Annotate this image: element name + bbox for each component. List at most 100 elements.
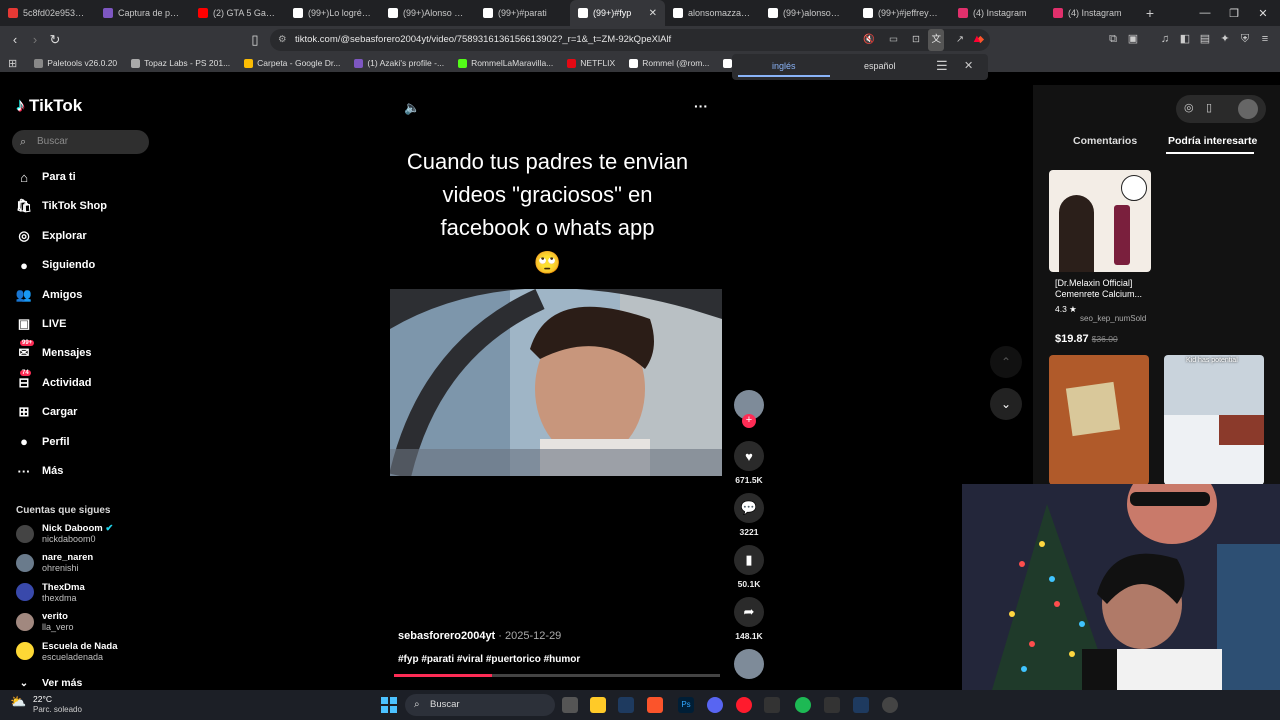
brave-browser-icon[interactable] [647, 697, 663, 713]
followed-account[interactable]: verito lla_vero [16, 611, 74, 632]
weather-icon[interactable]: ⛅ [10, 694, 30, 714]
spotify-icon[interactable] [795, 697, 811, 713]
tab-close-icon[interactable]: ✕ [649, 8, 657, 19]
tab-recommended[interactable]: Podría interesarte [1168, 135, 1257, 147]
media-icon[interactable]: ♫ [1158, 32, 1172, 46]
close-window-button[interactable]: ✕ [1248, 0, 1278, 26]
see-more-button[interactable]: ⌄ Ver más [16, 675, 83, 691]
windows-start-icon[interactable] [381, 697, 397, 713]
bookmark-item[interactable]: Topaz Labs - PS 201... [124, 58, 237, 68]
bookmark-item[interactable]: Carpeta - Google Dr... [237, 58, 347, 68]
translate-icon[interactable]: 文 [928, 29, 944, 51]
like-button[interactable]: ♥ 671.5K [734, 441, 764, 485]
browser-tab[interactable]: 5c8fd02e953d-gc [0, 0, 95, 26]
user-avatar[interactable] [1238, 99, 1258, 119]
previous-video-button[interactable]: ⌃ [990, 346, 1022, 378]
task-view-icon[interactable] [562, 697, 578, 713]
bookmark-item[interactable]: NETFLIX [560, 58, 622, 68]
bookmark-item[interactable]: Paletools v26.0.20 [27, 58, 124, 68]
sidebar-item[interactable]: 🛍 TikTok Shop [16, 198, 107, 214]
search-input[interactable]: ⌕ Buscar [12, 130, 149, 154]
more-options-icon[interactable]: ··· [694, 98, 708, 114]
browser-tab[interactable]: (99+)alonsomazz [760, 0, 855, 26]
sidebar-item[interactable]: ● Perfil [16, 434, 69, 450]
next-video-button[interactable]: ⌄ [990, 388, 1022, 420]
steam-icon[interactable] [618, 697, 634, 713]
brave-rewards-icon[interactable]: ▲ [970, 32, 984, 46]
new-tab-button[interactable]: + [1140, 5, 1160, 21]
leo-ai-icon[interactable]: ✦ [1218, 32, 1232, 46]
misc-app-icon[interactable] [882, 697, 898, 713]
sidebar-item[interactable]: ⊞ Cargar [16, 404, 78, 420]
maximize-button[interactable]: ❐ [1219, 0, 1249, 26]
video-frame[interactable] [390, 289, 722, 476]
save-button[interactable]: ▮ 50.1K [734, 545, 764, 589]
sidebar-item[interactable]: ● Siguiendo [16, 257, 95, 273]
sidebar-toggle-icon[interactable]: ◧ [1178, 32, 1192, 46]
back-icon[interactable]: ‹ [7, 32, 23, 48]
browser-tab[interactable]: (2) GTA 5 Gamepl [190, 0, 285, 26]
mute-site-icon[interactable]: 🔇 [863, 29, 875, 51]
author-name[interactable]: sebasforero2004yt [398, 630, 495, 642]
app-icon[interactable] [764, 697, 780, 713]
follow-plus-icon[interactable]: + [742, 414, 756, 428]
sidebar-item[interactable]: ▣ LIVE [16, 316, 67, 332]
bookmark-item[interactable]: RommelLaMaravilla... [451, 58, 560, 68]
translate-options-icon[interactable]: ☰ [936, 58, 948, 74]
steam-icon-2[interactable] [853, 697, 869, 713]
share-icon[interactable]: ↗ [956, 29, 964, 51]
browser-tab[interactable]: (99+)#fyp ✕ [570, 0, 665, 26]
browser-tab[interactable]: alonsomazzayatr [665, 0, 760, 26]
followed-account[interactable]: nare_naren ohrenishi [16, 552, 93, 573]
url-bar[interactable]: ⚙ tiktok.com/@sebasforero2004yt/video/75… [270, 29, 990, 51]
tab-comments[interactable]: Comentarios [1073, 135, 1137, 147]
followed-account[interactable]: ThexDma thexdma [16, 582, 85, 603]
opera-icon[interactable] [736, 697, 752, 713]
file-explorer-icon[interactable] [590, 697, 606, 713]
recommended-thumbnail-1[interactable] [1049, 355, 1149, 485]
photoshop-icon[interactable]: Ps [678, 697, 694, 713]
browser-tab[interactable]: (99+)#parati [475, 0, 570, 26]
author-avatar-button[interactable]: + [734, 390, 764, 428]
game-app-icon[interactable] [824, 697, 840, 713]
apps-icon[interactable]: ⊞ [0, 57, 27, 70]
bookmark-item[interactable]: Rommel (@rom... [622, 58, 716, 68]
browser-tab[interactable]: (4) Instagram [1045, 0, 1140, 26]
hashtags[interactable]: #fyp #parati #viral #puertorico #humor [398, 654, 580, 665]
minimize-button[interactable]: — [1190, 0, 1220, 26]
install-icon[interactable]: ⊡ [912, 29, 920, 51]
followed-account[interactable]: Escuela de Nada escueladenada [16, 641, 118, 662]
screenshot-icon[interactable]: ▣ [1126, 32, 1140, 46]
browser-tab[interactable]: Captura de panta [95, 0, 190, 26]
recommended-thumbnail-2[interactable]: Kid has potential [1164, 355, 1264, 485]
video-progress-track[interactable] [394, 674, 720, 677]
browser-tab[interactable]: (99+)Lo logré. #a [285, 0, 380, 26]
volume-icon[interactable]: 🔈 [404, 100, 420, 116]
bookmark-item[interactable]: (1) Azaki's profile -... [347, 58, 451, 68]
product-image[interactable] [1049, 170, 1151, 272]
comment-button[interactable]: 💬 3221 [734, 493, 764, 537]
browser-tab[interactable]: (99+)Alonso y su [380, 0, 475, 26]
translate-close-icon[interactable]: ✕ [964, 59, 973, 72]
product-title[interactable]: [Dr.Melaxin Official] Cemenrete Calcium.… [1055, 278, 1150, 300]
extensions-icon[interactable]: ⧉ [1106, 32, 1120, 46]
followed-account[interactable]: Nick Daboom ✔ nickdaboom0 [16, 523, 113, 544]
browser-tab[interactable]: (99+)#jeffreyeps [855, 0, 950, 26]
sidebar-item[interactable]: 👥 Amigos [16, 287, 82, 303]
discord-icon[interactable] [707, 697, 723, 713]
sidebar-item[interactable]: ⌂ Para ti [16, 169, 76, 185]
tiktok-logo[interactable]: ♪ TikTok [16, 95, 82, 116]
bookmark-icon[interactable]: ▯ [247, 32, 263, 48]
wallet-icon[interactable]: ▤ [1198, 32, 1212, 46]
share-button[interactable]: ➦ 148.1K [734, 597, 764, 641]
taskbar-search[interactable]: ⌕ Buscar [405, 694, 555, 716]
menu-icon[interactable]: ≡ [1258, 32, 1272, 46]
translate-lang-target[interactable]: español [864, 61, 896, 71]
explore-mini-icon[interactable]: ◎ [1184, 101, 1194, 114]
vpn-icon[interactable]: ⛨ [1238, 32, 1252, 46]
sidebar-item[interactable]: ··· Más [16, 463, 64, 479]
site-info-icon[interactable]: ⚙ [278, 29, 287, 51]
sound-disc-button[interactable] [734, 649, 764, 679]
browser-tab[interactable]: (4) Instagram [950, 0, 1045, 26]
device-icon[interactable]: ▯ [1206, 101, 1212, 114]
